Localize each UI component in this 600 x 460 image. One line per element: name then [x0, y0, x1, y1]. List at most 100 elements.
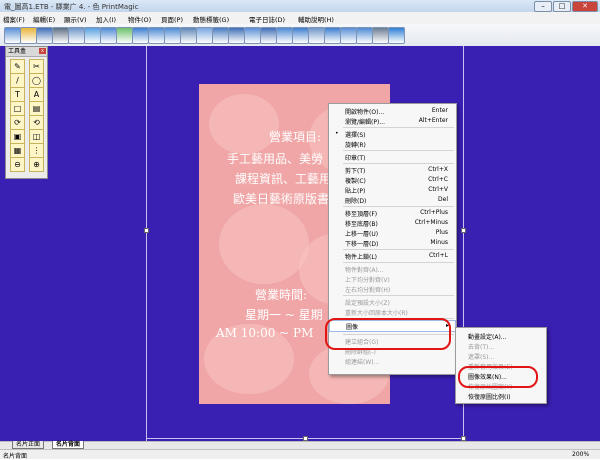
- menu-help[interactable]: 輔助說明(H): [298, 14, 334, 24]
- toolbox-tool[interactable]: ⊕: [29, 157, 44, 172]
- context-menu-item[interactable]: 瀏覽/編輯(P)... Alt+Enter: [329, 116, 456, 126]
- picture-icon[interactable]: [260, 27, 277, 44]
- zoom-icon[interactable]: [196, 27, 213, 44]
- context-menu-shortcut: Plus: [435, 229, 448, 236]
- context-menu-item[interactable]: 移至底層(B) Ctrl+Minus: [329, 218, 456, 228]
- toolbox-tool[interactable]: ▣: [10, 129, 25, 144]
- toolbox-palette[interactable]: 工具盒 x ✎ ✂ / ◯ T A □ ▤ ⟳ ⟲ ▣ ◫ ▦ ⋮ ⊖ ⊕: [5, 46, 48, 179]
- play-icon[interactable]: [388, 27, 405, 44]
- context-menu-label: 旋轉(R): [345, 142, 366, 149]
- menu-edit[interactable]: 編輯(E): [33, 14, 55, 24]
- toolbox-tool[interactable]: ✎: [10, 59, 25, 74]
- submenu-item[interactable]: 動畫設定(A)...: [456, 331, 546, 341]
- context-menu-item[interactable]: 貼上(P) Ctrl+V: [329, 185, 456, 195]
- context-menu-shortcut: Del: [438, 196, 448, 203]
- toolbox-tool[interactable]: ◫: [29, 129, 44, 144]
- submenu-label: 去背(T)...: [468, 344, 495, 351]
- toolbox-tool[interactable]: ◯: [29, 73, 44, 88]
- fill-icon[interactable]: [116, 27, 133, 44]
- context-menu-item[interactable]: 左右均分對齊(H): [329, 284, 456, 294]
- menu-insert[interactable]: 加入(I): [96, 14, 116, 24]
- context-menu-item[interactable]: 開啟物件(O)... Enter: [329, 106, 456, 116]
- redo-icon[interactable]: [164, 27, 181, 44]
- maximize-button[interactable]: □: [553, 1, 571, 12]
- selection-handle[interactable]: [144, 228, 149, 233]
- context-menu-item[interactable]: 旋轉(R): [329, 139, 456, 149]
- preview-icon[interactable]: [68, 27, 85, 44]
- email-icon[interactable]: [308, 27, 325, 44]
- submenu-item[interactable]: 去背(T)...: [456, 341, 546, 351]
- scan-icon[interactable]: [100, 27, 117, 44]
- context-menu-label: 貼上(P): [345, 188, 366, 195]
- open-icon[interactable]: [20, 27, 37, 44]
- toolbox-tool[interactable]: A: [29, 87, 44, 102]
- toolbox-tool[interactable]: ⋮: [29, 143, 44, 158]
- calendar-icon[interactable]: [340, 27, 357, 44]
- toolbox-tool[interactable]: ✂: [29, 59, 44, 74]
- toolbox-tool[interactable]: ▦: [10, 143, 25, 158]
- close-button[interactable]: ✕: [572, 1, 598, 12]
- crop-icon[interactable]: [212, 27, 229, 44]
- toolbox-tool[interactable]: ⊖: [10, 157, 25, 172]
- context-menu-item[interactable]: 上移一層(U) Plus: [329, 228, 456, 238]
- context-menu-item[interactable]: 下移一層(D) Minus: [329, 238, 456, 248]
- zoom-out-icon[interactable]: [180, 27, 197, 44]
- context-menu-item[interactable]: 印章(T): [329, 152, 456, 162]
- wizard-icon[interactable]: [324, 27, 341, 44]
- context-menu-item[interactable]: 剪下(T) Ctrl+X: [329, 165, 456, 175]
- context-menu-item[interactable]: 物件對齊(A)...: [329, 264, 456, 274]
- menu-object[interactable]: 物件(O): [128, 14, 151, 24]
- context-menu-item[interactable]: 設定預設大小(Z): [329, 297, 456, 307]
- context-menu-label: 移至底層(B): [345, 221, 378, 228]
- submenu-item[interactable]: 恢復原圖比例(I): [456, 391, 546, 401]
- context-menu-label: 物件對齊(A)...: [345, 267, 384, 274]
- hours-heading: 營業時間:: [255, 288, 308, 302]
- save-icon[interactable]: [36, 27, 53, 44]
- selection-handle[interactable]: [461, 228, 466, 233]
- menu-page[interactable]: 頁面(P): [161, 14, 183, 24]
- tile-icon[interactable]: [228, 27, 245, 44]
- minimize-button[interactable]: –: [534, 1, 552, 12]
- menu-dynamic-label[interactable]: 動態標籤(G): [193, 14, 229, 24]
- context-menu-item[interactable]: 上下均分對齊(V): [329, 274, 456, 284]
- context-menu-item[interactable]: 移至頂層(F) Ctrl+Plus: [329, 208, 456, 218]
- body-line: 歐美日藝術原版書: [233, 192, 330, 206]
- toolbox-tool[interactable]: /: [10, 73, 25, 88]
- toolbox-tool[interactable]: □: [10, 101, 25, 116]
- context-menu-label: 瀏覽/編輯(P)...: [345, 119, 386, 126]
- photo-icon[interactable]: [276, 27, 293, 44]
- context-menu-item[interactable]: 物件上鎖(L) Ctrl+L: [329, 251, 456, 261]
- layout-icon[interactable]: [244, 27, 261, 44]
- context-menu-label: 上下均分對齊(V): [345, 277, 390, 284]
- toolbox-tool[interactable]: ⟳: [10, 115, 25, 130]
- submenu-item[interactable]: 遮罩(S)...: [456, 351, 546, 361]
- context-menu-item[interactable]: 複製(C) Ctrl+C: [329, 175, 456, 185]
- menu-file[interactable]: 檔案(F): [3, 14, 25, 24]
- context-menu-label: 上移一層(U): [345, 231, 379, 238]
- annotation-ring-image: [325, 318, 451, 350]
- toolbox-tool[interactable]: ⟲: [29, 115, 44, 130]
- toolbox-close-icon[interactable]: x: [39, 48, 46, 54]
- bag-icon[interactable]: [292, 27, 309, 44]
- toolbox-tool[interactable]: ▤: [29, 101, 44, 116]
- context-menu-item[interactable]: 重新大小回原本大小(R): [329, 307, 456, 317]
- context-menu-label: 重新大小回原本大小(R): [345, 310, 408, 317]
- menu-view[interactable]: 顯示(V): [64, 14, 87, 24]
- context-menu-label: 剪下(T): [345, 168, 366, 175]
- undo-icon[interactable]: [148, 27, 165, 44]
- hours-time: AM 10:00 ~ PM: [216, 326, 314, 340]
- tab-card-back[interactable]: 名片背面: [52, 441, 85, 449]
- context-menu-item[interactable]: • 選擇(S): [329, 129, 456, 139]
- menu-e-journal[interactable]: 電子日誌(D): [249, 14, 285, 24]
- help-icon[interactable]: [356, 27, 373, 44]
- context-menu-item[interactable]: 組連結(W)...: [329, 356, 456, 366]
- context-menu-item[interactable]: 刪除(D) Del: [329, 195, 456, 205]
- toolbox-tool[interactable]: T: [10, 87, 25, 102]
- print-icon[interactable]: [52, 27, 69, 44]
- hd-icon[interactable]: [372, 27, 389, 44]
- new-icon[interactable]: [4, 27, 21, 44]
- image-icon[interactable]: [84, 27, 101, 44]
- tab-card-front[interactable]: 名片正面: [12, 441, 45, 449]
- context-menu-shortcut: Ctrl+C: [428, 176, 448, 183]
- eject-icon[interactable]: [132, 27, 149, 44]
